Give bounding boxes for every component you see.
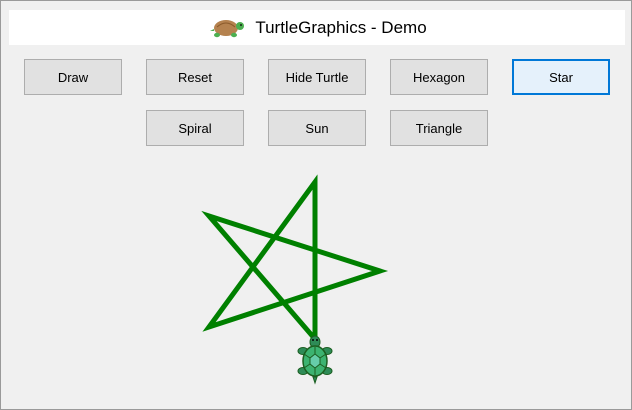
drawing-canvas[interactable] bbox=[1, 161, 631, 409]
window-title: TurtleGraphics - Demo bbox=[255, 17, 427, 37]
sun-button[interactable]: Sun bbox=[268, 110, 366, 146]
spiral-button[interactable]: Spiral bbox=[146, 110, 244, 146]
hide-turtle-button[interactable]: Hide Turtle bbox=[268, 59, 366, 95]
turtle-icon bbox=[210, 19, 245, 37]
star-button[interactable]: Star bbox=[512, 59, 610, 95]
title-bar: TurtleGraphics - Demo bbox=[9, 10, 625, 45]
reset-button[interactable]: Reset bbox=[146, 59, 244, 95]
turtle-icon bbox=[297, 335, 333, 385]
triangle-button[interactable]: Triangle bbox=[390, 110, 488, 146]
hexagon-button[interactable]: Hexagon bbox=[390, 59, 488, 95]
draw-button[interactable]: Draw bbox=[24, 59, 122, 95]
app-window: TurtleGraphics - Demo Draw Reset Hide Tu… bbox=[0, 0, 632, 410]
star-drawing bbox=[201, 174, 389, 346]
